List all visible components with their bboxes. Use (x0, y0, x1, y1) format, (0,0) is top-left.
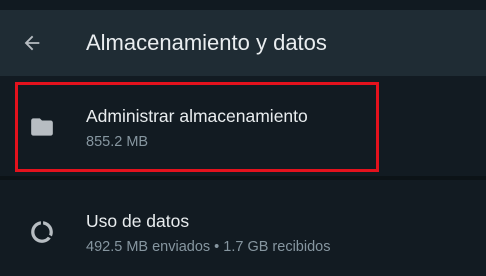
status-bar (0, 0, 486, 10)
data-usage-item[interactable]: Uso de datos 492.5 MB enviados • 1.7 GB … (0, 180, 486, 276)
manage-storage-item[interactable]: Administrar almacenamiento 855.2 MB (0, 76, 486, 176)
app-bar: Almacenamiento y datos (0, 10, 486, 76)
page-title: Almacenamiento y datos (86, 30, 327, 55)
manage-storage-title: Administrar almacenamiento (86, 106, 308, 126)
highlight-annotation-box (15, 82, 379, 172)
data-usage-circle-icon (28, 218, 56, 246)
data-usage-summary: 492.5 MB enviados • 1.7 GB recibidos (86, 239, 331, 255)
data-usage-title: Uso de datos (86, 211, 190, 231)
manage-storage-size: 855.2 MB (86, 134, 149, 150)
arrow-back-icon (24, 35, 40, 51)
storage-and-data-screen: Almacenamiento y datos Administrar almac… (0, 0, 486, 276)
folder-icon (28, 113, 56, 141)
back-button[interactable] (14, 27, 50, 59)
settings-list: Administrar almacenamiento 855.2 MB Uso … (0, 76, 486, 276)
